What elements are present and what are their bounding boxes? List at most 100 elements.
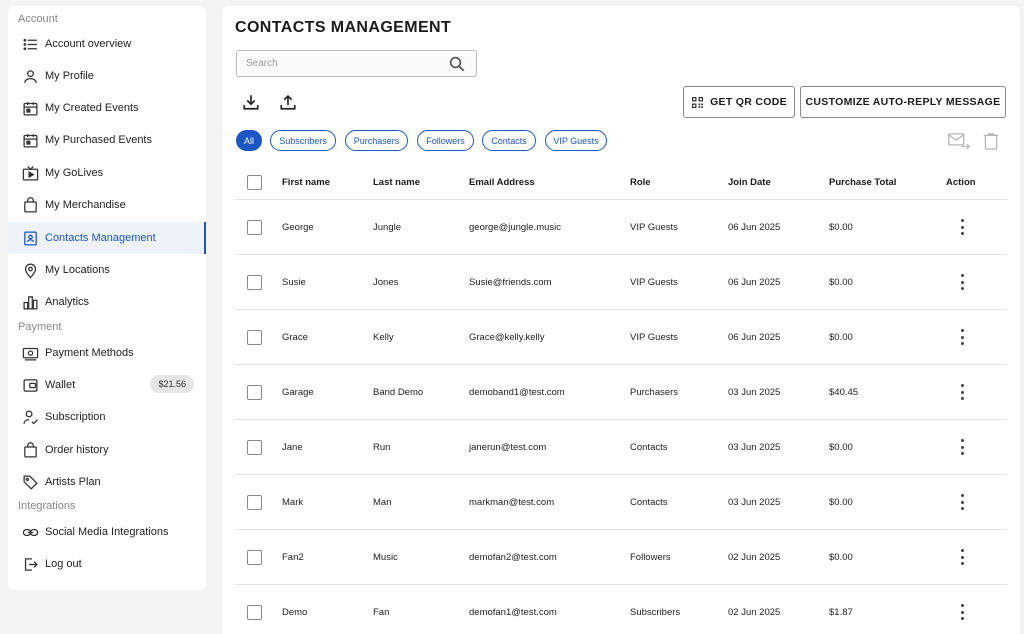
filter-chip-all[interactable]: All — [236, 130, 262, 151]
sidebar-item-order-history[interactable]: Order history — [8, 434, 206, 466]
row-checkbox[interactable] — [247, 384, 262, 400]
customize-auto-reply-button[interactable]: CUSTOMIZE AUTO-REPLY MESSAGE — [800, 86, 1006, 118]
column-action: Action — [946, 177, 976, 188]
cell-purchase-total: $0.00 — [829, 496, 853, 508]
download-icon[interactable] — [242, 93, 260, 111]
sidebar-item-my-locations[interactable]: My Locations — [8, 254, 206, 286]
sidebar-item-payment-methods[interactable]: Payment Methods — [8, 337, 206, 369]
more-options-icon[interactable] — [960, 494, 964, 510]
column-email-address[interactable]: Email Address — [469, 166, 535, 199]
row-checkbox[interactable] — [247, 329, 262, 345]
tag-icon — [20, 472, 40, 492]
sidebar-item-artists-plan[interactable]: Artists Plan — [8, 466, 206, 498]
tv-play-icon — [20, 163, 40, 183]
row-checkbox[interactable] — [247, 274, 262, 290]
more-options-icon[interactable] — [960, 274, 964, 290]
sidebar: Account Account overview My Profile My C… — [8, 6, 206, 590]
sidebar-item-my-purchased-events[interactable]: My Purchased Events — [8, 124, 206, 156]
sidebar-item-social-media-integrations[interactable]: Social Media Integrations — [8, 516, 206, 548]
row-checkbox[interactable] — [247, 604, 262, 620]
search-input[interactable] — [237, 51, 437, 76]
sidebar-item-account-overview[interactable]: Account overview — [8, 28, 206, 60]
cell-purchase-total: $0.00 — [829, 276, 853, 288]
column-role[interactable]: Role — [630, 166, 651, 199]
main-panel: CONTACTS MANAGEMENT GET QR CODE CUSTOMIZ… — [222, 6, 1020, 634]
cell-last-name: Jones — [373, 276, 399, 288]
cell-last-name: Jungle — [373, 221, 401, 233]
cell-join-date: 03 Jun 2025 — [728, 441, 781, 453]
cell-last-name: Kelly — [373, 331, 394, 343]
more-options-icon[interactable] — [960, 439, 964, 455]
more-options-icon[interactable] — [960, 219, 964, 235]
cell-email: Susie@friends.com — [469, 276, 552, 288]
send-email-icon[interactable] — [948, 132, 970, 150]
column-last-name[interactable]: Last name — [373, 166, 420, 199]
sidebar-item-my-merchandise[interactable]: My Merchandise — [8, 189, 206, 221]
cell-first-name: Mark — [282, 496, 304, 508]
table-row[interactable]: Grace Kelly Grace@kelly.kelly VIP Guests 06 … — [235, 310, 1007, 365]
table-row[interactable]: Garage Band Demo demoband1@test.com Purchas… — [235, 365, 1007, 420]
table-row[interactable]: Fan2 Music demofan2@test.com Followers 02 Ju… — [235, 530, 1007, 585]
sidebar-item-subscription[interactable]: Subscription — [8, 401, 206, 433]
sidebar-item-label: My Locations — [45, 264, 110, 276]
cell-role: Contacts — [630, 496, 668, 508]
upload-icon[interactable] — [279, 93, 297, 111]
sidebar-item-label: Order history — [45, 444, 109, 456]
column-join-date[interactable]: Join Date — [728, 166, 771, 199]
filter-chip-subscribers[interactable]: Subscribers — [270, 130, 336, 151]
cell-join-date: 06 Jun 2025 — [728, 221, 781, 233]
table-row[interactable]: Mark Man markman@test.com Contacts 03 Jun 20… — [235, 475, 1007, 530]
filter-chip-followers[interactable]: Followers — [417, 130, 474, 151]
sidebar-item-my-profile[interactable]: My Profile — [8, 60, 206, 92]
column-purchase-total[interactable]: Purchase Total — [829, 166, 896, 199]
row-checkbox[interactable] — [247, 549, 262, 565]
sidebar-item-analytics[interactable]: Analytics — [8, 286, 206, 318]
cell-email: janerun@test.com — [469, 441, 547, 453]
page-title: CONTACTS MANAGEMENT — [235, 19, 452, 36]
table-row[interactable]: George Jungle george@jungle.music VIP Guest… — [235, 200, 1007, 255]
payment-card-icon — [20, 343, 40, 363]
cell-role: Followers — [630, 551, 671, 563]
location-pin-icon — [20, 260, 40, 280]
cell-join-date: 02 Jun 2025 — [728, 551, 781, 563]
more-options-icon[interactable] — [960, 604, 964, 620]
table-row[interactable]: Demo Fan demofan1@test.com Subscribers 02 Ju… — [235, 585, 1007, 634]
cell-email: demofan2@test.com — [469, 551, 557, 563]
sidebar-item-wallet[interactable]: Wallet $21.56 — [8, 369, 206, 401]
more-options-icon[interactable] — [960, 329, 964, 345]
delete-icon[interactable] — [983, 132, 999, 150]
search-icon[interactable] — [448, 55, 466, 73]
sidebar-item-label: My GoLives — [45, 167, 104, 179]
table-row[interactable]: Jane Run janerun@test.com Contacts 03 Jun 20… — [235, 420, 1007, 475]
cell-email: demoband1@test.com — [469, 386, 565, 398]
wallet-balance-badge: $21.56 — [150, 375, 194, 393]
cell-last-name: Man — [373, 496, 392, 508]
cell-join-date: 03 Jun 2025 — [728, 496, 781, 508]
sidebar-item-label: Wallet — [45, 379, 76, 391]
table-header: First name Last name Email Address Role … — [235, 166, 1007, 200]
select-all-checkbox[interactable] — [247, 175, 262, 190]
row-checkbox[interactable] — [247, 494, 262, 510]
row-checkbox[interactable] — [247, 219, 262, 235]
filter-chip-contacts[interactable]: Contacts — [482, 130, 536, 151]
cell-role: VIP Guests — [630, 276, 678, 288]
cell-last-name: Band Demo — [373, 386, 424, 398]
sidebar-item-contacts-management[interactable]: Contacts Management — [8, 222, 206, 254]
get-qr-code-button[interactable]: GET QR CODE — [683, 86, 795, 118]
sidebar-item-my-golives[interactable]: My GoLives — [8, 157, 206, 189]
cell-first-name: George — [282, 221, 314, 233]
column-first-name[interactable]: First name — [282, 166, 330, 199]
sidebar-item-log-out[interactable]: Log out — [8, 548, 206, 580]
cell-role: VIP Guests — [630, 221, 678, 233]
table-row[interactable]: Susie Jones Susie@friends.com VIP Guests 06 … — [235, 255, 1007, 310]
more-options-icon[interactable] — [960, 384, 964, 400]
sidebar-item-my-created-events[interactable]: My Created Events — [8, 92, 206, 124]
shopping-bag-icon — [20, 440, 40, 460]
filter-chip-purchasers[interactable]: Purchasers — [345, 130, 408, 151]
row-checkbox[interactable] — [247, 439, 262, 455]
filter-chip-vip-guests[interactable]: VIP Guests — [545, 130, 607, 151]
cell-email: george@jungle.music — [469, 221, 562, 233]
cell-first-name: Susie — [282, 276, 306, 288]
calendar-icon — [20, 130, 40, 150]
more-options-icon[interactable] — [960, 549, 964, 565]
